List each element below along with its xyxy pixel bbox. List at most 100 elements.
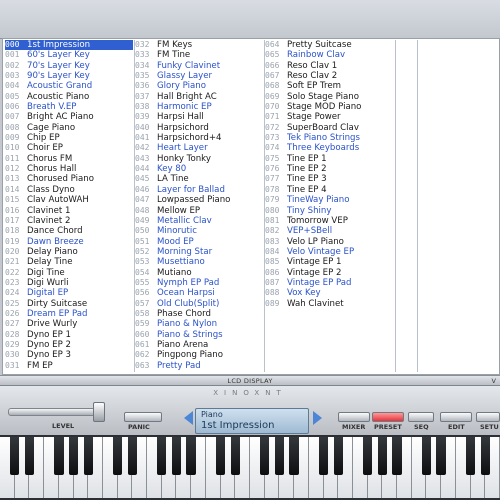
patch-row[interactable]: 054 Mutiano xyxy=(135,268,263,278)
patch-row[interactable]: 068 Soft EP Trem xyxy=(265,81,393,91)
patch-row[interactable]: 041 Harpsichord+4 xyxy=(135,133,263,143)
patch-row[interactable]: 086 Vintage EP 2 xyxy=(265,268,393,278)
patch-row[interactable]: 045 LA Tine xyxy=(135,174,263,184)
patch-row[interactable]: 003 90's Layer Key xyxy=(5,71,133,81)
patch-row[interactable]: 014 Class Dyno xyxy=(5,185,133,195)
patch-row[interactable]: 027 Drive Wurly xyxy=(5,319,133,329)
patch-row[interactable]: 088 Vox Key xyxy=(265,288,393,298)
seq-button[interactable] xyxy=(408,412,434,422)
patch-row[interactable]: 047 Lowpassed Piano xyxy=(135,195,263,205)
patch-row[interactable]: 084 Velo Vintage EP xyxy=(265,247,393,257)
patch-row[interactable]: 063 Pretty Pad xyxy=(135,361,263,371)
edit-button[interactable] xyxy=(440,412,472,422)
patch-row[interactable]: 024 Digital EP xyxy=(5,288,133,298)
prev-patch-arrow-icon[interactable] xyxy=(184,411,193,425)
patch-row[interactable]: 079 TineWay Piano xyxy=(265,195,393,205)
black-key[interactable] xyxy=(171,437,182,475)
patch-row[interactable]: 056 Ocean Harpsi xyxy=(135,288,263,298)
patch-row[interactable]: 069 Solo Stage Piano xyxy=(265,92,393,102)
patch-row[interactable]: 044 Key 80 xyxy=(135,164,263,174)
patch-row[interactable]: 073 Tek Piano Strings xyxy=(265,133,393,143)
patch-row[interactable]: 062 Pingpong Piano xyxy=(135,350,263,360)
patch-row[interactable]: 030 Dyno EP 3 xyxy=(5,350,133,360)
patch-row[interactable]: 050 Minorutic xyxy=(135,226,263,236)
patch-row[interactable]: 033 FM Tine xyxy=(135,50,263,60)
black-key[interactable] xyxy=(157,437,167,475)
patch-row[interactable]: 067 Reso Clav 2 xyxy=(265,71,393,81)
patch-row[interactable]: 034 Funky Clavinet xyxy=(135,61,263,71)
black-key[interactable] xyxy=(68,437,79,475)
black-key[interactable] xyxy=(436,437,446,475)
patch-row[interactable]: 066 Reso Clav 1 xyxy=(265,61,393,71)
patch-row[interactable]: 071 Stage Power xyxy=(265,112,393,122)
patch-row[interactable]: 042 Heart Layer xyxy=(135,143,263,153)
patch-row[interactable]: 060 Piano & Strings xyxy=(135,330,263,340)
patch-row[interactable]: 025 Dirty Suitcase xyxy=(5,299,133,309)
black-key[interactable] xyxy=(10,437,20,475)
patch-row[interactable]: 081 Tomorrow VEP xyxy=(265,216,393,226)
level-slider-knob[interactable] xyxy=(93,402,105,422)
patch-row[interactable]: 055 Nymph EP Pad xyxy=(135,278,263,288)
patch-row[interactable]: 048 Mellow EP xyxy=(135,206,263,216)
patch-row[interactable]: 075 Tine EP 1 xyxy=(265,154,393,164)
patch-row[interactable]: 085 Vintage EP 1 xyxy=(265,257,393,267)
patch-row[interactable]: 064 Pretty Suitcase xyxy=(265,40,393,50)
patch-row[interactable]: 019 Dawn Breeze xyxy=(5,237,133,247)
patch-row[interactable]: 028 Dyno EP 1 xyxy=(5,330,133,340)
patch-row[interactable]: 000 1st Impression xyxy=(5,40,133,51)
patch-row[interactable]: 080 Tiny Shiny xyxy=(265,206,393,216)
patch-row[interactable]: 061 Piano Arena xyxy=(135,340,263,350)
patch-row[interactable]: 020 Delay Piano xyxy=(5,247,133,257)
patch-row[interactable]: 051 Mood EP xyxy=(135,237,263,247)
patch-row[interactable]: 008 Cage Piano xyxy=(5,123,133,133)
patch-row[interactable]: 087 Vintage EP Pad xyxy=(265,278,393,288)
mixer-button[interactable] xyxy=(338,412,370,422)
patch-row[interactable]: 076 Tine EP 2 xyxy=(265,164,393,174)
patch-row[interactable]: 009 Chip EP xyxy=(5,133,133,143)
patch-row[interactable]: 053 Musettiano xyxy=(135,257,263,267)
black-key[interactable] xyxy=(362,437,373,475)
patch-row[interactable]: 072 SuperBoard Clav xyxy=(265,123,393,133)
preset-button[interactable] xyxy=(372,412,404,422)
patch-row[interactable]: 065 Rainbow Clav xyxy=(265,50,393,60)
black-key[interactable] xyxy=(54,437,64,475)
black-key[interactable] xyxy=(112,437,123,475)
patch-row[interactable]: 035 Glassy Layer xyxy=(135,71,263,81)
black-key[interactable] xyxy=(392,437,402,475)
patch-row[interactable]: 017 Clavinet 2 xyxy=(5,216,133,226)
patch-row[interactable]: 037 Hall Bright AC xyxy=(135,92,263,102)
patch-row[interactable]: 043 Honky Tonky xyxy=(135,154,263,164)
patch-row[interactable]: 049 Metallic Clav xyxy=(135,216,263,226)
black-key[interactable] xyxy=(480,437,490,475)
patch-row[interactable]: 083 Velo LP Piano xyxy=(265,237,393,247)
setup-button[interactable] xyxy=(476,412,500,422)
patch-row[interactable]: 057 Old Club(Split) xyxy=(135,299,263,309)
black-key[interactable] xyxy=(260,437,270,475)
patch-row[interactable]: 022 Digi Tine xyxy=(5,268,133,278)
patch-row[interactable]: 016 Clavinet 1 xyxy=(5,206,133,216)
patch-row[interactable]: 032 FM Keys xyxy=(135,40,263,50)
next-patch-arrow-icon[interactable] xyxy=(313,411,322,425)
black-key[interactable] xyxy=(333,437,343,475)
patch-row[interactable]: 077 Tine EP 3 xyxy=(265,174,393,184)
level-slider[interactable] xyxy=(8,408,105,416)
patch-row[interactable]: 046 Layer for Ballad xyxy=(135,185,263,195)
patch-row[interactable]: 074 Three Keyboards xyxy=(265,143,393,153)
patch-row[interactable]: 026 Dream EP Pad xyxy=(5,309,133,319)
patch-row[interactable]: 011 Chorus FM xyxy=(5,154,133,164)
black-key[interactable] xyxy=(186,437,196,475)
panic-button[interactable] xyxy=(124,412,162,422)
patch-row[interactable]: 038 Harmonic EP xyxy=(135,102,263,112)
patch-row[interactable]: 058 Phase Chord xyxy=(135,309,263,319)
patch-row[interactable]: 036 Glory Piano xyxy=(135,81,263,91)
black-key[interactable] xyxy=(230,437,240,475)
patch-row[interactable]: 005 Acoustic Piano xyxy=(5,92,133,102)
patch-row[interactable]: 012 Chorus Hall xyxy=(5,164,133,174)
black-key[interactable] xyxy=(465,437,476,475)
black-key[interactable] xyxy=(24,437,35,475)
black-key[interactable] xyxy=(127,437,138,475)
patch-row[interactable]: 078 Tine EP 4 xyxy=(265,185,393,195)
black-key[interactable] xyxy=(421,437,432,475)
patch-row[interactable]: 031 FM EP xyxy=(5,361,133,371)
patch-row[interactable]: 089 Wah Clavinet xyxy=(265,299,393,309)
